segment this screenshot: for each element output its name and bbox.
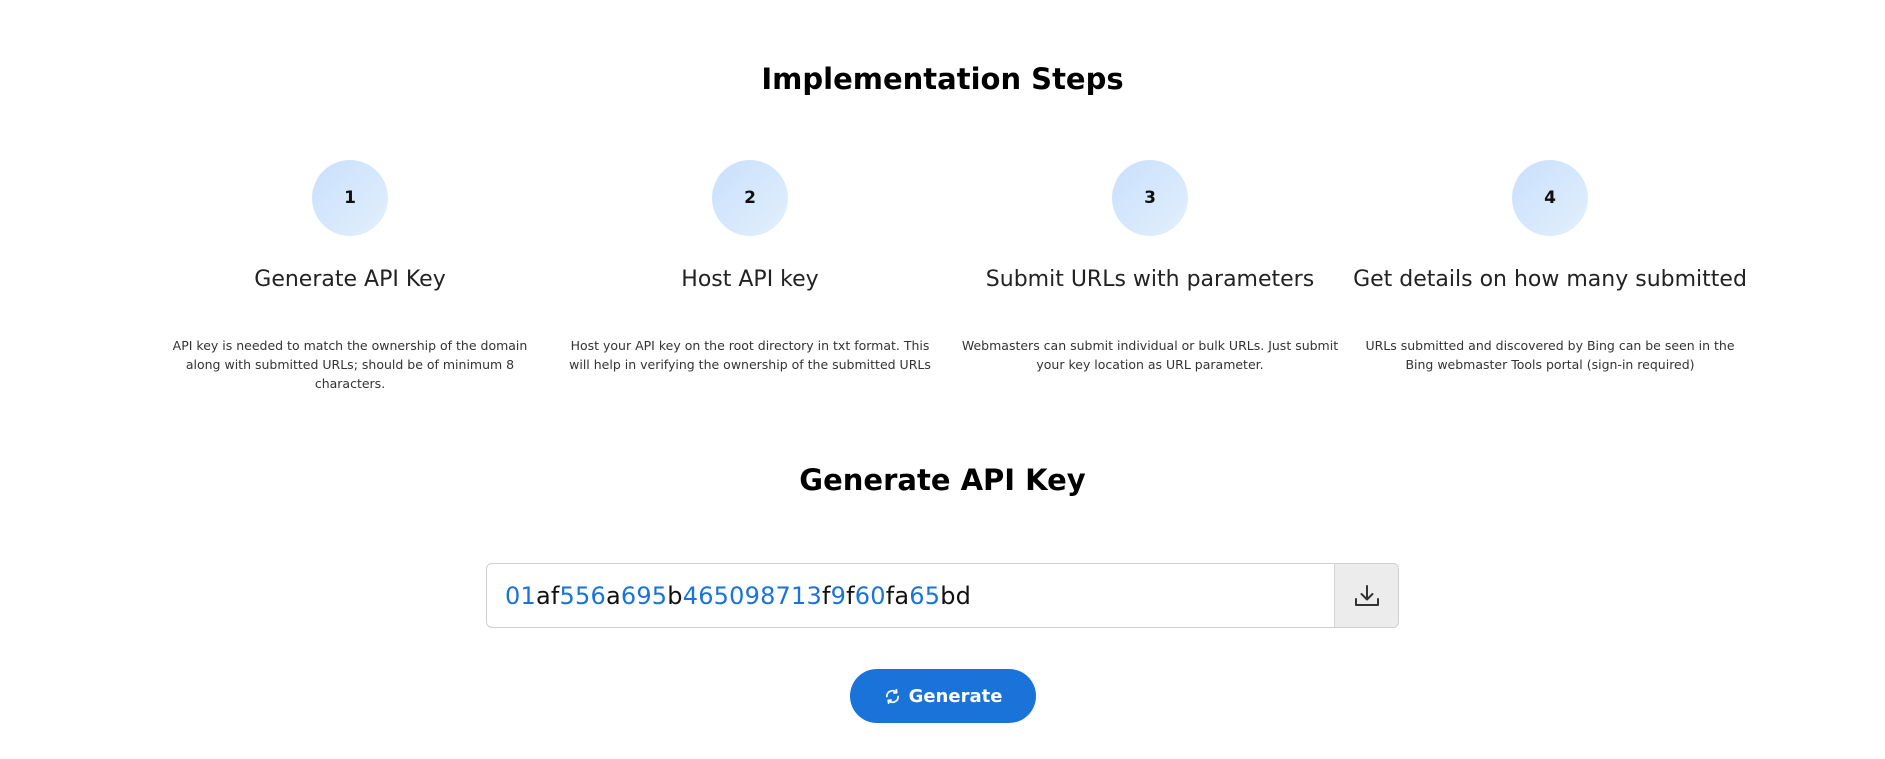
step-4: 4 Get details on how many submitted URLs… [1350, 160, 1750, 393]
step-number-badge: 1 [312, 160, 388, 236]
download-icon [1354, 584, 1379, 606]
api-key-letters: fa [885, 581, 910, 610]
implementation-steps-title: Implementation Steps [761, 62, 1124, 96]
api-key-digits: 695 [620, 581, 668, 610]
step-description: Webmasters can submit individual or bulk… [961, 338, 1339, 372]
step-description: URLs submitted and discovered by Bing ca… [1365, 338, 1735, 372]
refresh-icon [885, 688, 899, 704]
api-key-letters: f [821, 581, 831, 610]
generate-button[interactable]: Generate [850, 669, 1036, 723]
api-key-letters: f [846, 581, 855, 610]
generate-button-label: Generate [908, 685, 1003, 707]
step-number-badge: 4 [1512, 160, 1588, 236]
generate-api-key-title: Generate API Key [799, 463, 1086, 497]
step-1: 1 Generate API Key API key is needed to … [150, 160, 550, 393]
step-2: 2 Host API key Host your API key on the … [550, 160, 950, 393]
api-key-digits: 9 [830, 581, 847, 610]
step-title: Submit URLs with parameters [985, 267, 1315, 292]
step-title: Get details on how many submitted [1353, 267, 1747, 292]
step-title: Generate API Key [254, 267, 446, 292]
api-key-field: 01 af 556 a 695 b 465098713 f 9 f 60 fa 65 bd [486, 563, 1399, 628]
api-key-letters: a [605, 581, 621, 610]
step-number-badge: 3 [1112, 160, 1188, 236]
api-key-digits: 60 [854, 581, 886, 610]
step-description: API key is needed to match the ownership… [172, 338, 528, 391]
step-number-badge: 2 [712, 160, 788, 236]
api-key-letters: b [667, 581, 683, 610]
api-key-digits: 01 [505, 581, 536, 610]
download-button[interactable] [1334, 564, 1398, 627]
api-key-value[interactable]: 01 af 556 a 695 b 465098713 f 9 f 60 fa 65 bd [487, 564, 1334, 627]
api-key-digits: 556 [559, 581, 606, 610]
steps-list: 1 Generate API Key API key is needed to … [150, 160, 1750, 393]
step-description: Host your API key on the root directory … [569, 338, 931, 372]
step-3: 3 Submit URLs with parameters Webmasters… [950, 160, 1350, 393]
api-key-letters: af [535, 581, 560, 610]
api-key-digits: 65 [909, 581, 941, 610]
api-key-letters: bd [940, 581, 972, 610]
api-key-digits: 465098713 [682, 581, 822, 610]
step-title: Host API key [681, 267, 819, 292]
